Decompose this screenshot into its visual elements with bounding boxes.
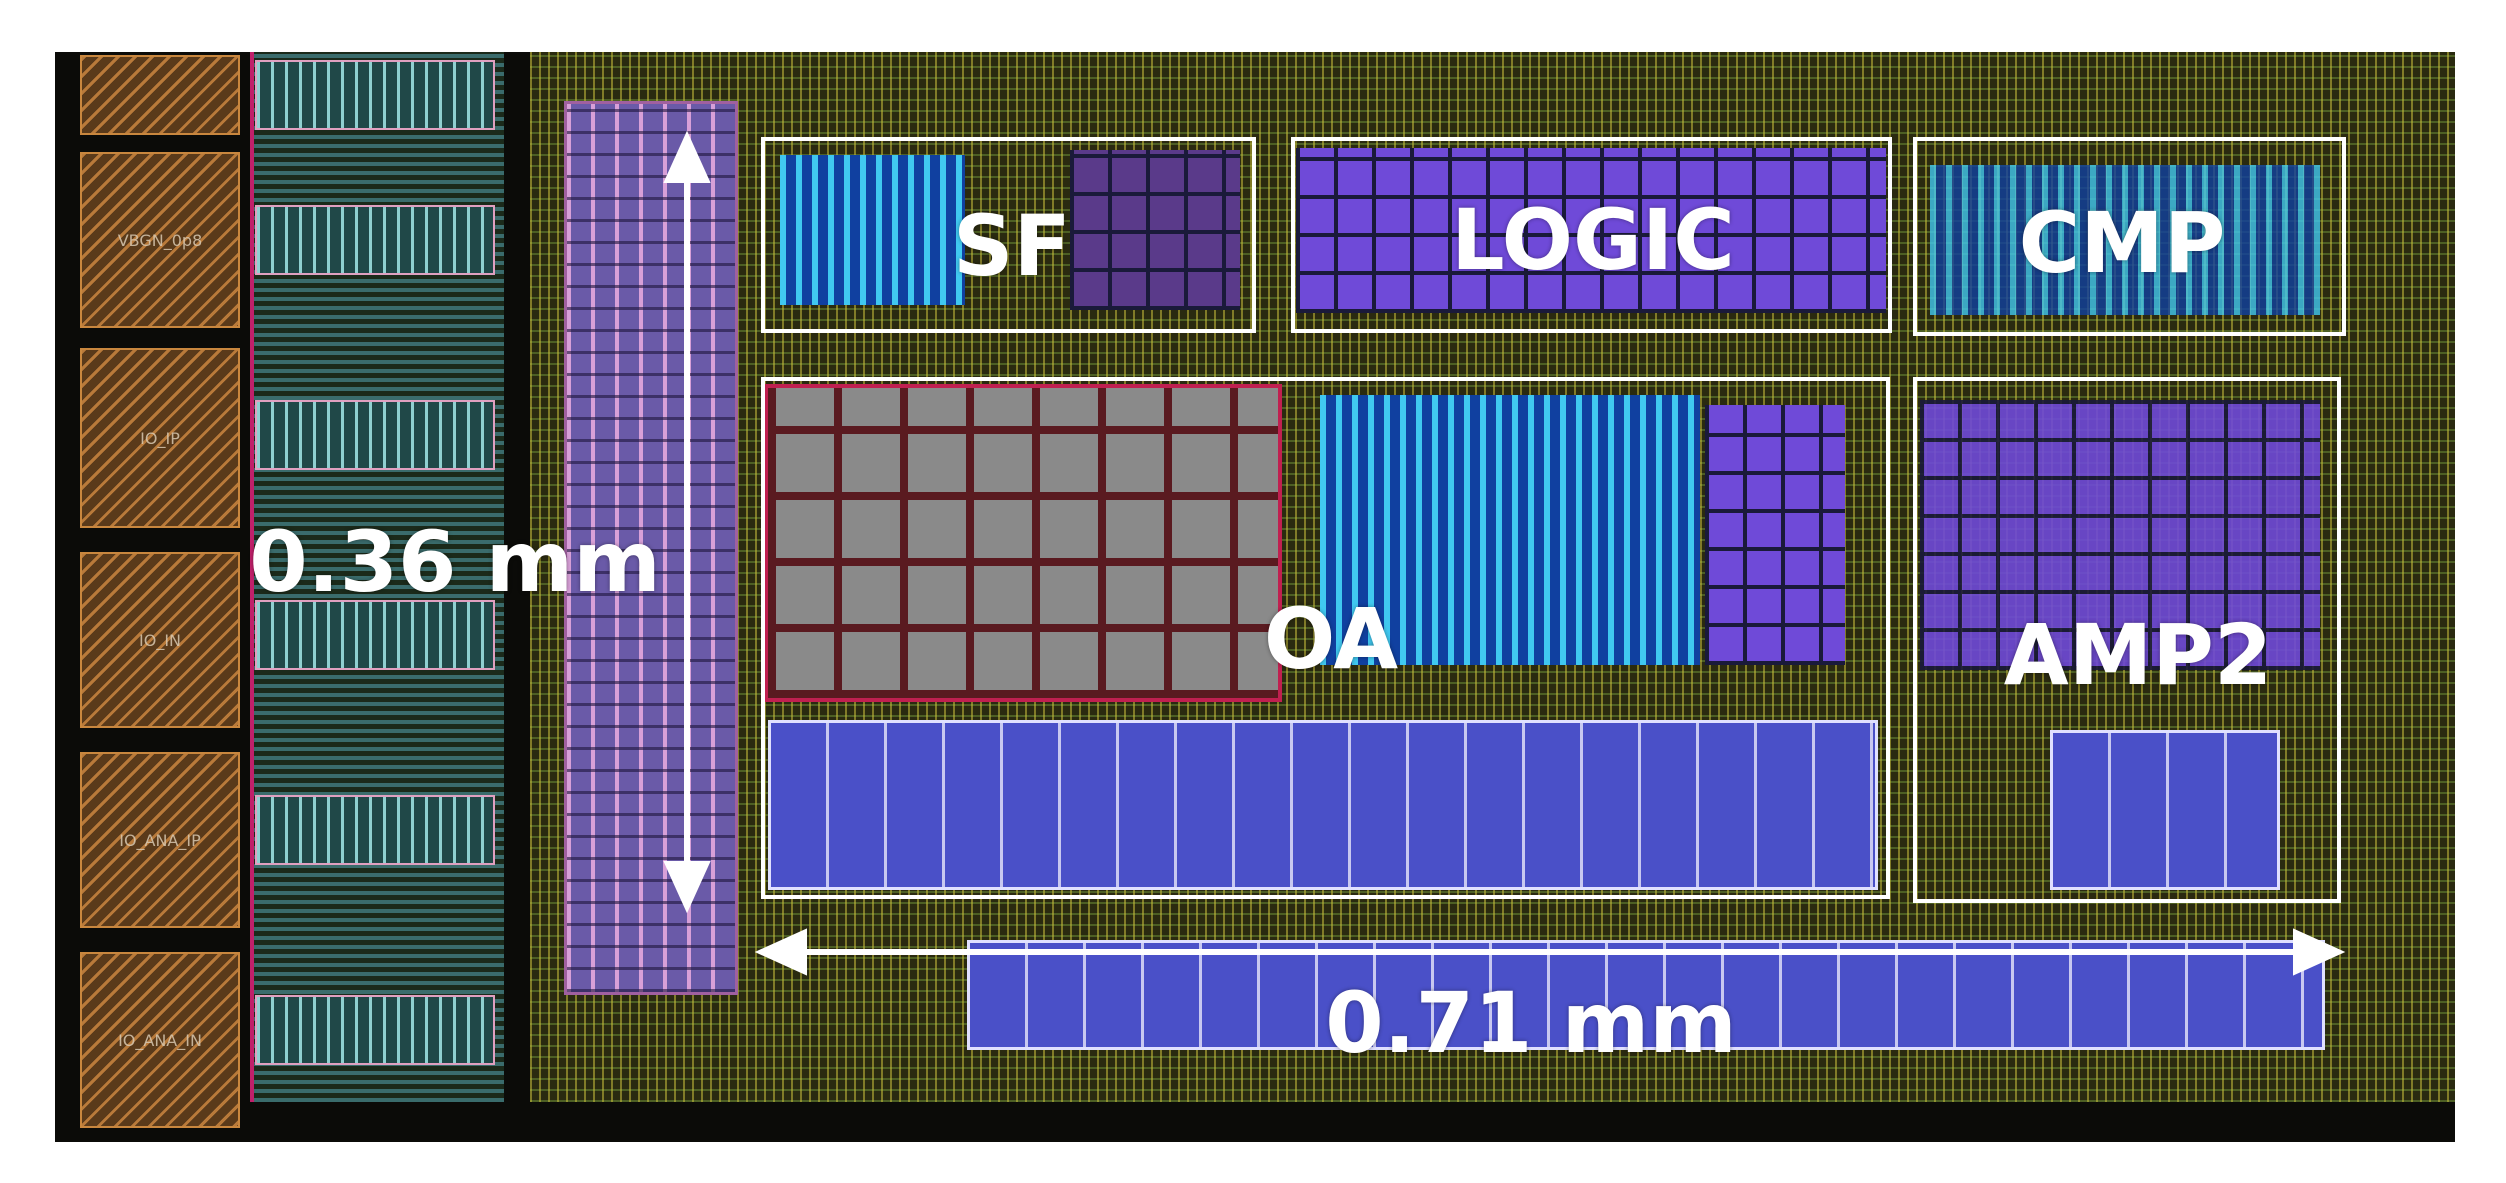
- arrowhead-up: [663, 130, 711, 183]
- cmp-label: CMP: [2018, 194, 2226, 292]
- height-dimension-label: 0.36 mm: [249, 513, 661, 611]
- width-dimension-label: 0.71 mm: [1325, 974, 1737, 1072]
- sf-label: SF: [953, 197, 1071, 295]
- amp2-label: AMP2: [2003, 606, 2273, 704]
- arrowhead-left: [754, 928, 807, 976]
- arrowhead-down: [663, 861, 711, 914]
- oa-label: OA: [1263, 590, 1399, 688]
- arrowhead-right: [2293, 928, 2346, 976]
- logic-label: LOGIC: [1451, 191, 1735, 289]
